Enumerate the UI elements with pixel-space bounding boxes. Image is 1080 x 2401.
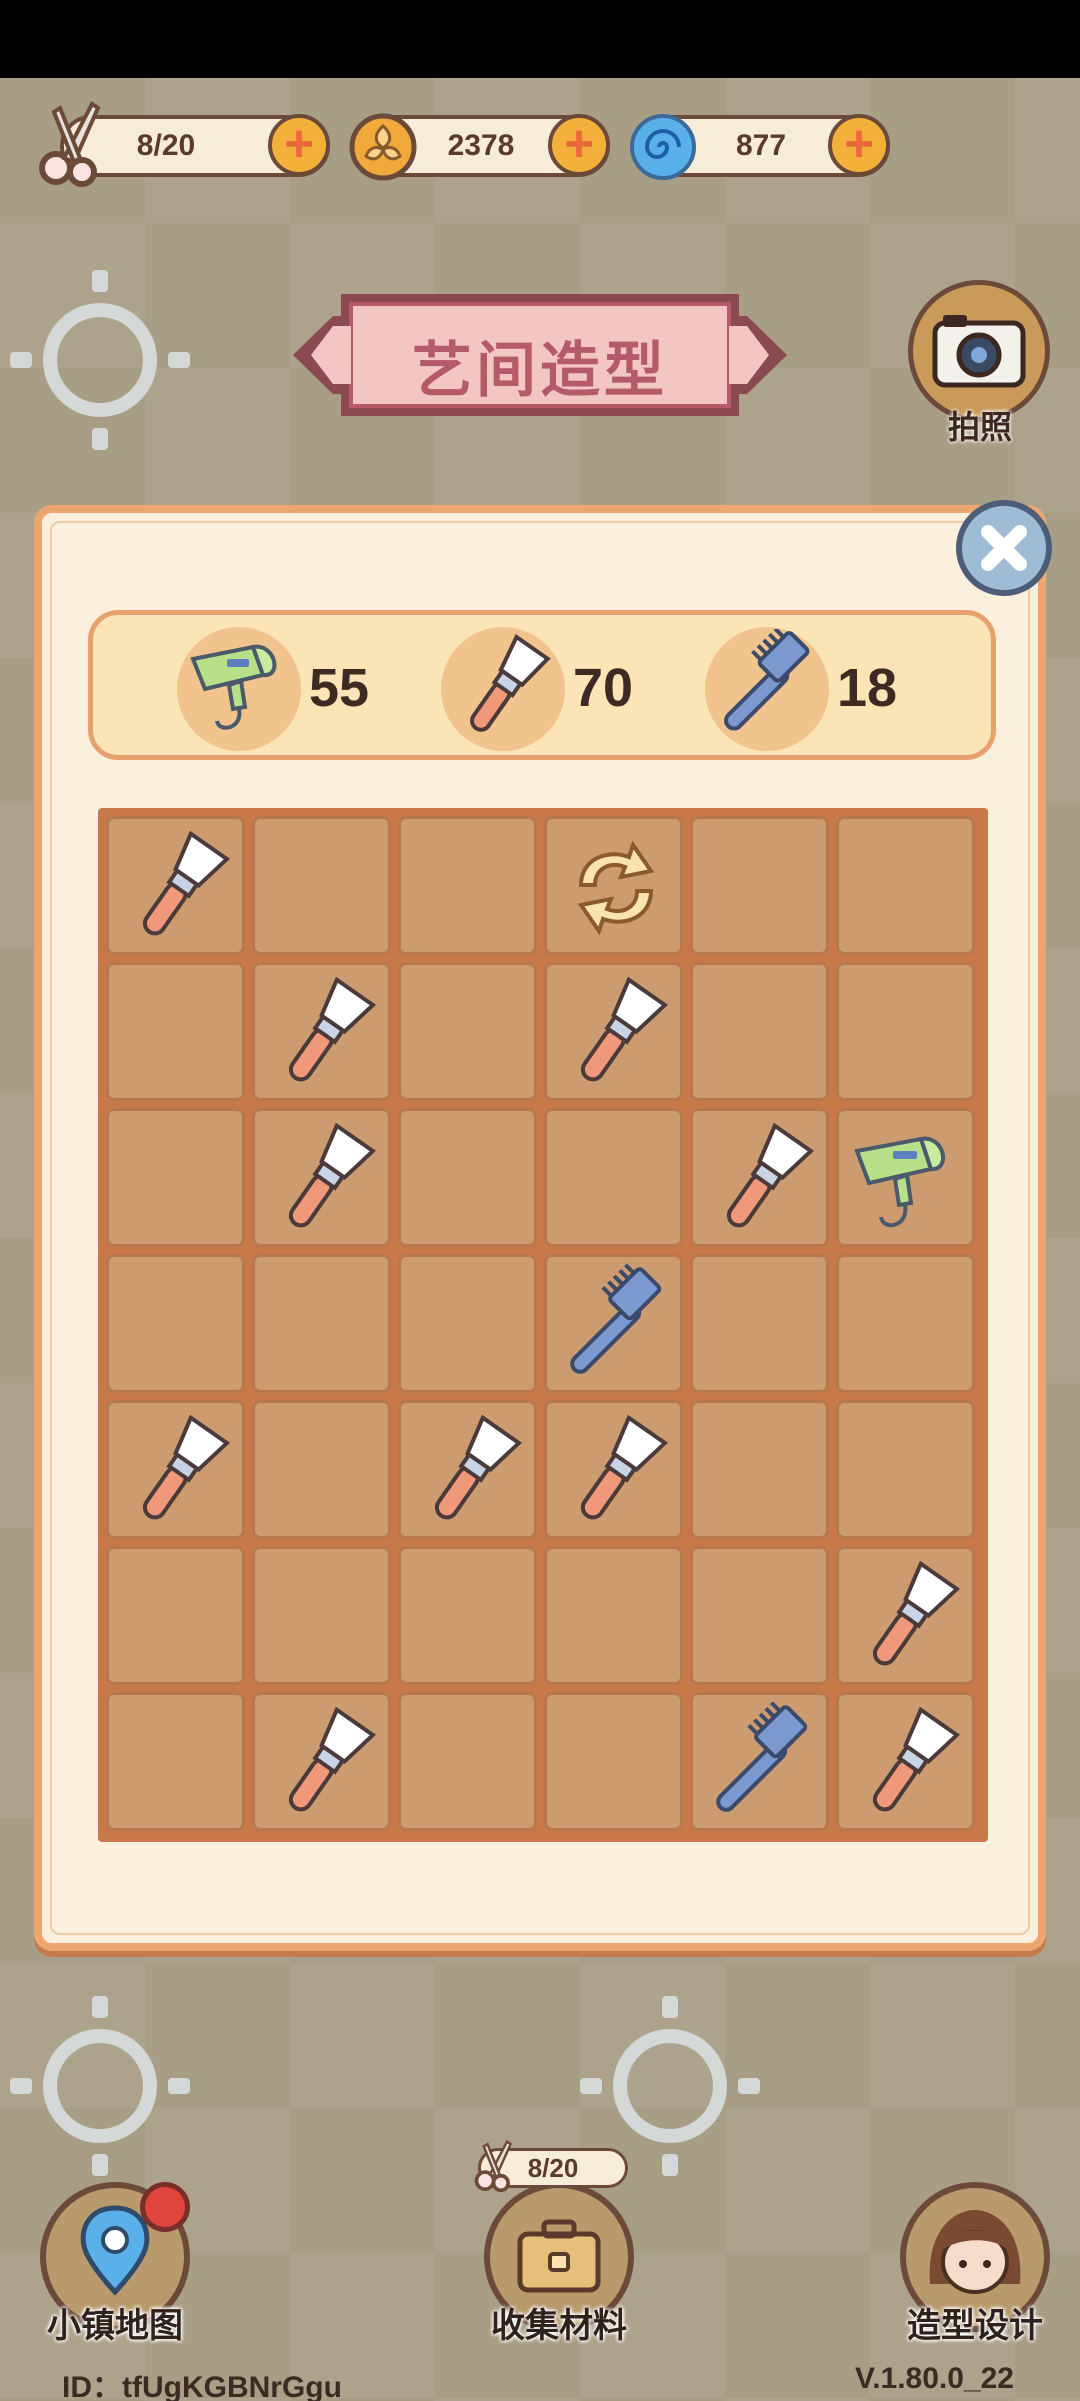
comb-tile[interactable] [544,1254,683,1393]
empty-cell[interactable] [690,1400,829,1539]
brush-tile[interactable] [690,1108,829,1247]
empty-cell[interactable] [398,1692,537,1831]
makeup-brush-icon [872,1706,961,1812]
empty-cell[interactable] [252,1546,391,1685]
empty-cell[interactable] [836,816,975,955]
brush-tile[interactable] [398,1400,537,1539]
coin-value: 2378 [447,129,515,162]
brush-tile[interactable] [252,1108,391,1247]
blue-swirl-icon [630,114,696,180]
status-bar [0,0,1080,78]
user-id: ID：tfUgKGBNrGgu [62,2371,342,2401]
add-gems-button[interactable]: + [828,114,890,176]
comb-count: 18 [837,658,898,718]
close-icon [981,525,1027,571]
empty-cell[interactable] [544,1108,683,1247]
app-version: V.1.80.0_22 [854,2362,1014,2395]
empty-cell[interactable] [544,1546,683,1685]
scissors-icon [474,2139,513,2193]
empty-cell[interactable] [252,1254,391,1393]
sun-decoration-icon [10,1996,190,2176]
camera-button[interactable] [908,280,1050,422]
collect-label: 收集材料 [491,2307,627,2345]
sun-decoration-icon [10,270,190,450]
camera-icon [932,315,1026,388]
makeup-brush-icon [726,1122,815,1228]
brush-tile[interactable] [836,1546,975,1685]
empty-cell[interactable] [398,1254,537,1393]
refresh-icon [577,840,655,936]
comb-icon [724,629,810,731]
empty-cell[interactable] [836,962,975,1101]
makeup-brush-icon [580,1414,669,1520]
empty-cell[interactable] [106,962,245,1101]
notification-badge [140,2182,190,2232]
refresh-tile[interactable] [544,816,683,955]
empty-cell[interactable] [106,1108,245,1247]
dryer-count: 55 [309,658,370,718]
game-board [98,808,988,1842]
empty-cell[interactable] [106,1254,245,1393]
empty-cell[interactable] [106,1546,245,1685]
brush-tile[interactable] [106,816,245,955]
empty-cell[interactable] [398,1546,537,1685]
brush-count: 70 [573,658,634,718]
empty-cell[interactable] [398,1108,537,1247]
makeup-brush-icon [142,1414,231,1520]
makeup-brush-icon [288,1706,377,1812]
style-design-label: 造型设计 [907,2307,1043,2345]
add-coins-button[interactable]: + [548,114,610,176]
empty-cell[interactable] [690,816,829,955]
empty-cell[interactable] [544,1692,683,1831]
tool-counters: 55 70 18 [88,610,996,760]
makeup-brush-icon [872,1560,961,1666]
empty-cell[interactable] [252,1400,391,1539]
makeup-brush-icon [580,976,669,1082]
makeup-brush-icon [434,1414,523,1520]
hair-dryer-icon [854,1136,945,1228]
close-button[interactable] [956,500,1052,596]
hair-dryer-icon [190,644,277,730]
add-scissors-button[interactable]: + [268,114,330,176]
brush-tile[interactable] [836,1692,975,1831]
brush-tile[interactable] [252,962,391,1101]
makeup-brush-icon [470,633,551,732]
dryer-tile[interactable] [836,1108,975,1247]
empty-cell[interactable] [252,816,391,955]
brush-tile[interactable] [544,962,683,1101]
page-title: 艺间造型 [412,337,668,404]
scissors-icon [39,101,101,187]
map-label: 小镇地图 [47,2307,183,2345]
empty-cell[interactable] [398,962,537,1101]
coin-icon [349,113,417,181]
empty-cell[interactable] [690,962,829,1101]
makeup-brush-icon [288,976,377,1082]
empty-cell[interactable] [690,1254,829,1393]
gem-value: 877 [735,129,787,162]
empty-cell[interactable] [106,1692,245,1831]
makeup-brush-icon [288,1122,377,1228]
comb-icon [570,1263,662,1374]
empty-cell[interactable] [836,1400,975,1539]
comb-icon [716,1701,808,1812]
brush-tile[interactable] [544,1400,683,1539]
brush-tile[interactable] [252,1692,391,1831]
makeup-brush-icon [142,830,231,936]
brush-tile[interactable] [106,1400,245,1539]
empty-cell[interactable] [398,816,537,955]
empty-cell[interactable] [690,1546,829,1685]
comb-tile[interactable] [690,1692,829,1831]
empty-cell[interactable] [836,1254,975,1393]
camera-label: 拍照 [947,409,1012,445]
